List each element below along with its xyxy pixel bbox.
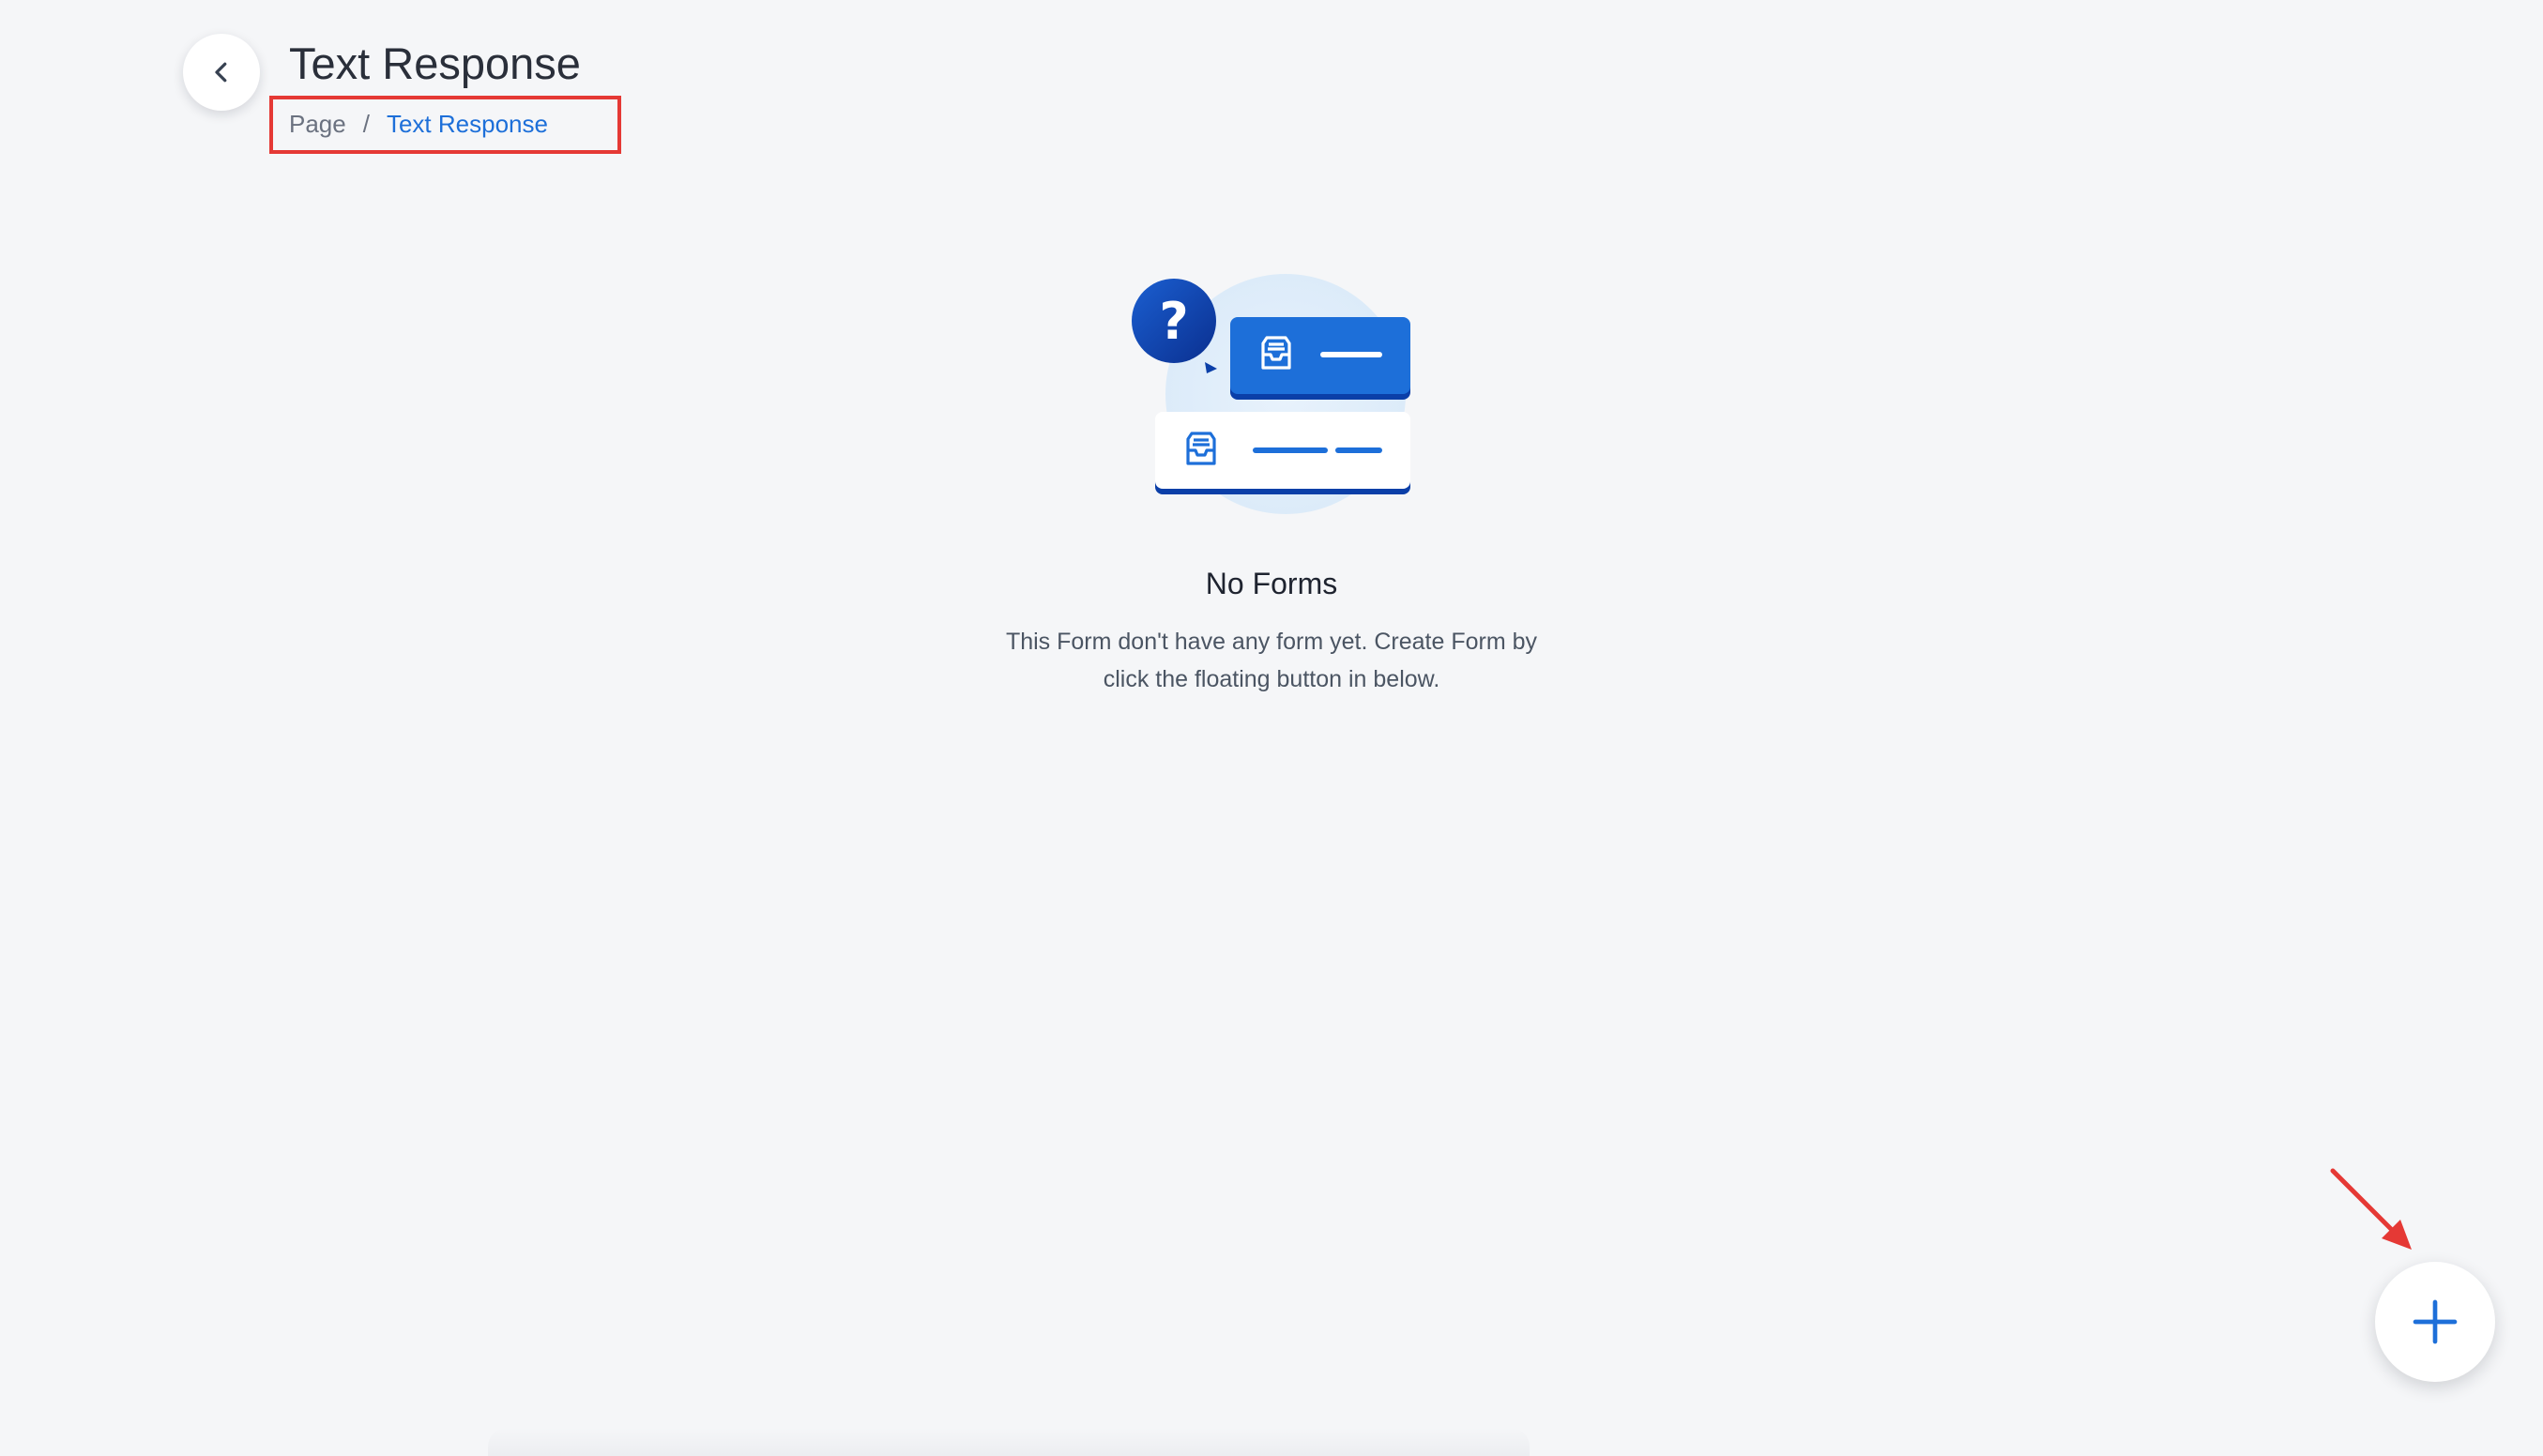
empty-state-title: No Forms [1205,567,1338,600]
empty-state-description-line: This Form don't have any form yet. Creat… [1005,629,1538,655]
page-title: Text Response [289,38,581,88]
bottom-bar [488,1428,1530,1456]
forms-empty-illustration: ? [1132,274,1410,514]
annotation-arrow-icon [2330,1168,2412,1250]
annotation-highlight-box [269,96,621,154]
plus-icon [2413,1299,2458,1344]
chevron-left-icon [215,62,227,83]
empty-state-description-line: click the floating button in below. [1103,666,1440,692]
back-button[interactable] [183,34,260,111]
empty-state-description: This Form don't have any form yet. Creat… [971,623,1572,698]
add-form-fab-button[interactable] [2375,1262,2495,1382]
svg-text:?: ? [1159,292,1188,351]
